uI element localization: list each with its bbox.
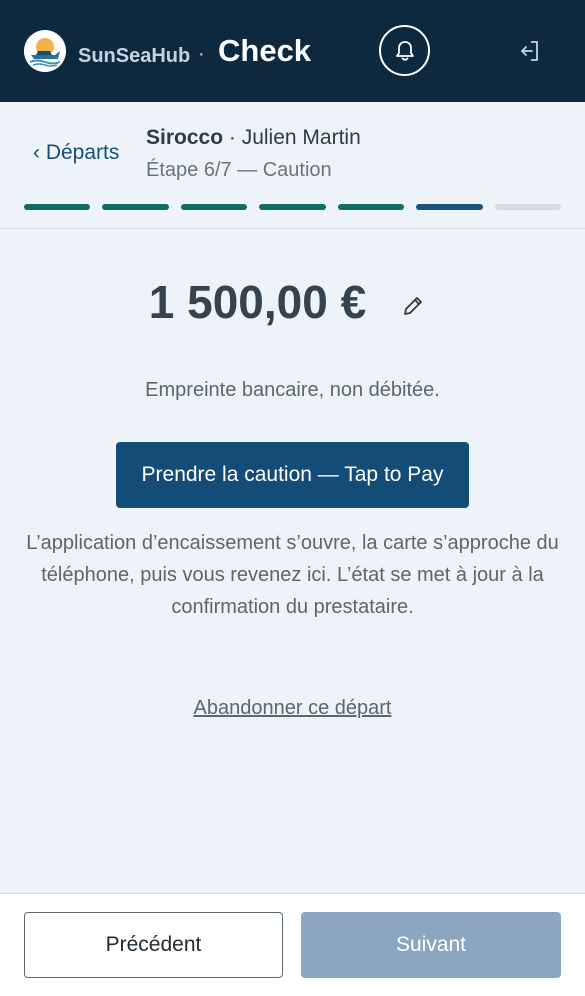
bell-icon: [395, 40, 414, 61]
progress-step-1: [24, 204, 91, 210]
notifications-button[interactable]: [379, 25, 430, 76]
progress-step-7: [494, 204, 561, 210]
page-title: Check: [218, 33, 312, 68]
next-button[interactable]: Suivant: [301, 912, 561, 978]
info-separator: ·: [223, 126, 242, 149]
progress-step-2: [102, 204, 169, 210]
abandon-departure-link[interactable]: Abandonner ce départ: [0, 694, 585, 722]
deposit-help-text: L’application d’encaissement s’ouvre, la…: [26, 532, 559, 618]
progress-step-5: [337, 204, 405, 210]
progress-step-6: [416, 204, 483, 210]
previous-button[interactable]: Précédent: [24, 912, 283, 978]
departure-info: Sirocco · Julien Martin: [146, 125, 361, 151]
back-to-departures-link[interactable]: ‹ Départs: [33, 140, 119, 166]
edit-amount-button[interactable]: [401, 294, 425, 318]
logout-icon: [521, 41, 538, 61]
title-separator: ·: [198, 43, 205, 65]
progress-step-4: [259, 204, 326, 210]
deposit-amount: 1 500,00 €: [148, 276, 367, 328]
app-header: SunSeaHub · Check: [0, 0, 585, 102]
client-name: Julien Martin: [241, 126, 361, 149]
progress-step-3: [180, 204, 248, 210]
step-indicator: Étape 6/7 — Caution: [146, 159, 332, 181]
pencil-icon: [404, 297, 422, 315]
logout-button[interactable]: [512, 34, 546, 68]
take-deposit-button[interactable]: Prendre la caution — Tap to Pay: [116, 442, 469, 508]
boat-logo-icon: [24, 30, 66, 72]
brand-name: SunSeaHub: [78, 45, 191, 67]
deposit-note: Empreinte bancaire, non débitée.: [145, 379, 440, 401]
boat-name: Sirocco: [146, 126, 224, 149]
step-progress-bar: [24, 204, 561, 210]
